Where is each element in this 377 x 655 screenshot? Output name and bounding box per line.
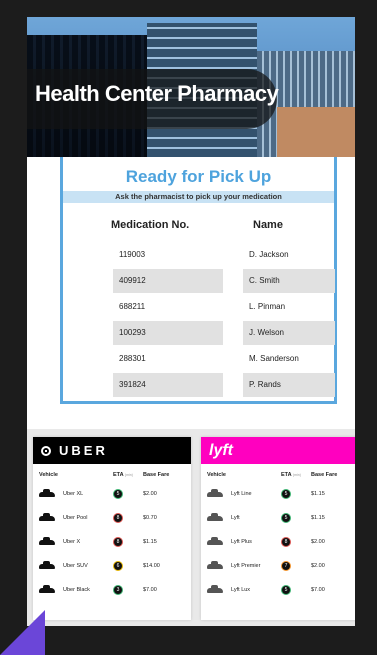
pickup-instruction: Ask the pharmacist to pick up your medic… (63, 191, 334, 203)
column-header-vehicle: Vehicle (207, 472, 226, 478)
eta-badge: 8 (113, 537, 123, 547)
patient-name: M. Sanderson (249, 354, 299, 363)
patient-name: C. Smith (243, 269, 335, 293)
column-header-eta: ETA (min) (113, 472, 133, 478)
vehicle-name: Uber SUV (63, 563, 88, 569)
medication-number: 119003 (119, 250, 146, 259)
table-row: Uber Black 3 $7.00 (33, 578, 191, 602)
eta-badge: 8 (113, 513, 123, 523)
table-row: 688211 L. Pinman (63, 295, 334, 321)
lyft-card: lyft Vehicle ETA (min) Base Fare Lyft Li… (201, 437, 355, 620)
building-image (277, 107, 355, 157)
eta-badge: 5 (281, 585, 291, 595)
car-icon (207, 513, 223, 523)
pharmacy-display: Health Center Pharmacy Ready for Pick Up… (27, 17, 355, 626)
car-icon (39, 585, 55, 595)
eta-badge: 7 (281, 561, 291, 571)
base-fare: $1.15 (311, 515, 325, 521)
uber-wordmark: UBER (59, 443, 108, 458)
column-header-vehicle: Vehicle (39, 472, 58, 478)
table-row: Uber XL 5 $2.00 (33, 482, 191, 506)
medication-number: 409912 (113, 269, 223, 293)
base-fare: $7.00 (311, 587, 325, 593)
base-fare: $2.00 (311, 539, 325, 545)
table-row: 409912 C. Smith (63, 269, 335, 295)
table-row: Lyft 5 $1.15 (201, 506, 355, 530)
page-title: Health Center Pharmacy (35, 81, 279, 106)
car-icon (207, 585, 223, 595)
medication-number: 391824 (113, 373, 223, 397)
column-header-name: Name (253, 219, 283, 231)
eta-badge: 5 (281, 489, 291, 499)
car-icon (207, 537, 223, 547)
car-icon (207, 561, 223, 571)
table-row: 391824 P. Rands (63, 373, 335, 399)
lyft-wordmark: lyft (209, 441, 233, 459)
uber-card: UBER Vehicle ETA (min) Base Fare Uber XL… (33, 437, 191, 620)
base-fare: $1.15 (143, 539, 157, 545)
pickup-heading: Ready for Pick Up (125, 167, 272, 186)
table-row: Lyft Plus 8 $2.00 (201, 530, 355, 554)
vehicle-name: Lyft (231, 515, 240, 521)
eta-badge: 6 (113, 561, 123, 571)
vehicle-name: Lyft Premier (231, 563, 261, 569)
uber-table-header: Vehicle ETA (min) Base Fare (33, 464, 191, 482)
table-row: Uber Pool 8 $0.70 (33, 506, 191, 530)
table-row: 100293 J. Welson (63, 321, 335, 347)
column-header-eta: ETA (min) (281, 472, 301, 478)
table-row: Lyft Line 5 $1.15 (201, 482, 355, 506)
pickup-panel: Ready for Pick Up Ask the pharmacist to … (60, 157, 337, 404)
vehicle-name: Uber X (63, 539, 81, 545)
table-row: Lyft Lux 5 $7.00 (201, 578, 355, 602)
car-icon (207, 489, 223, 499)
table-row: Lyft Premier 7 $2.00 (201, 554, 355, 578)
eta-badge: 5 (113, 489, 123, 499)
header-banner: Health Center Pharmacy (27, 17, 355, 157)
lyft-brand-bar: lyft (201, 437, 355, 464)
table-row: 119003 D. Jackson (63, 243, 334, 269)
vehicle-name: Uber Black (63, 587, 90, 593)
patient-name: J. Welson (243, 321, 335, 345)
column-header-fare: Base Fare (311, 472, 338, 478)
patient-name: D. Jackson (249, 250, 289, 259)
vehicle-name: Lyft Line (231, 491, 252, 497)
vehicle-name: Uber Pool (63, 515, 88, 521)
base-fare: $2.00 (311, 563, 325, 569)
table-row: Uber X 8 $1.15 (33, 530, 191, 554)
vehicle-name: Lyft Plus (231, 539, 252, 545)
medication-number: 100293 (113, 321, 223, 345)
medication-number: 288301 (119, 354, 146, 363)
base-fare: $1.15 (311, 491, 325, 497)
car-icon (39, 489, 55, 499)
decorative-corner (0, 610, 45, 655)
rideshare-panel: UBER Vehicle ETA (min) Base Fare Uber XL… (27, 429, 355, 626)
vehicle-name: Uber XL (63, 491, 84, 497)
base-fare: $2.00 (143, 491, 157, 497)
pool-icon (39, 513, 55, 523)
eta-badge: 8 (281, 537, 291, 547)
base-fare: $7.00 (143, 587, 157, 593)
base-fare: $14.00 (143, 563, 160, 569)
pickup-table: 119003 D. Jackson 409912 C. Smith 688211… (63, 243, 335, 399)
column-header-fare: Base Fare (143, 472, 170, 478)
lyft-table-header: Vehicle ETA (min) Base Fare (201, 464, 355, 482)
medication-number: 688211 (119, 302, 146, 311)
table-row: Uber SUV 6 $14.00 (33, 554, 191, 578)
eta-badge: 5 (281, 513, 291, 523)
table-row: 288301 M. Sanderson (63, 347, 334, 373)
uber-brand-bar: UBER (33, 437, 191, 464)
uber-logo-icon (41, 445, 51, 456)
patient-name: L. Pinman (249, 302, 286, 311)
vehicle-name: Lyft Lux (231, 587, 251, 593)
car-icon (39, 537, 55, 547)
patient-name: P. Rands (243, 373, 335, 397)
base-fare: $0.70 (143, 515, 157, 521)
column-header-medication: Medication No. (111, 219, 190, 231)
car-icon (39, 561, 55, 571)
eta-badge: 3 (113, 585, 123, 595)
